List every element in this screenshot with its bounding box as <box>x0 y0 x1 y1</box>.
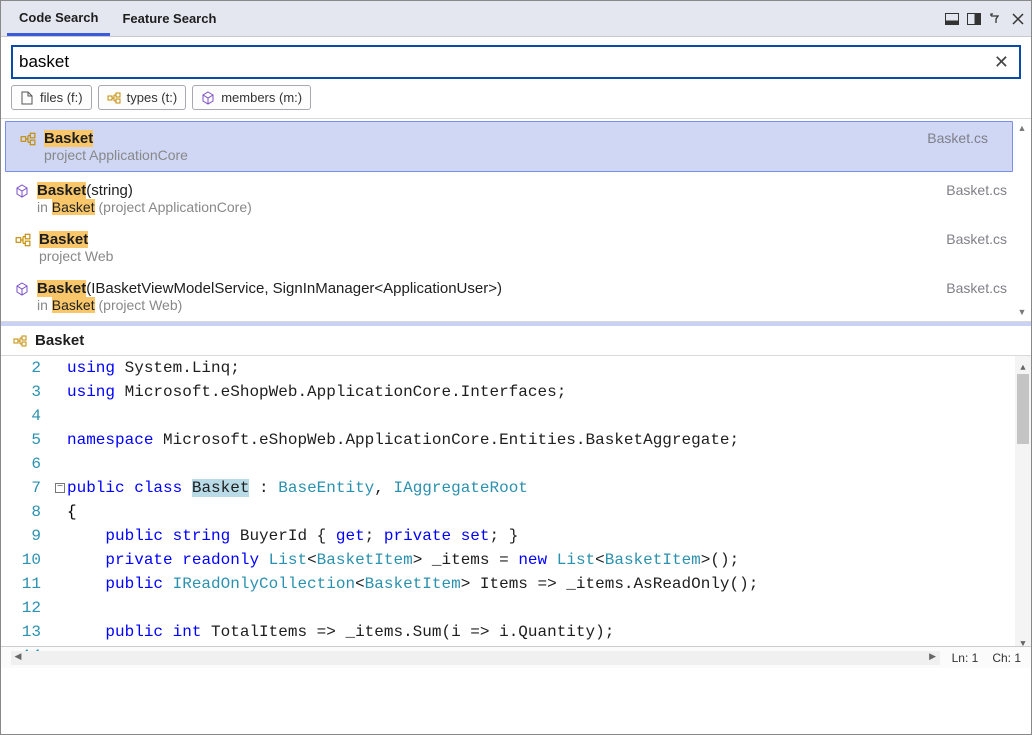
result-filename: Basket.cs <box>946 182 1007 198</box>
result-filename: Basket.cs <box>946 231 1007 247</box>
file-icon <box>20 91 34 105</box>
clear-search-icon[interactable]: ✕ <box>990 52 1013 73</box>
result-subtitle: in Basket (project Web) <box>37 297 938 313</box>
search-input[interactable] <box>19 52 990 72</box>
tab-code-search[interactable]: Code Search <box>7 2 110 36</box>
result-title: Basket(IBasketViewModelService, SignInMa… <box>37 280 938 297</box>
search-box: ✕ <box>11 45 1021 79</box>
vertical-scrollbar[interactable]: ▲ ▼ <box>1015 356 1031 646</box>
status-col: Ch: 1 <box>992 651 1021 665</box>
filter-members-label: members (m:) <box>221 90 302 105</box>
filter-files-label: files (f:) <box>40 90 83 105</box>
member-icon <box>15 184 29 198</box>
result-subtitle: project Web <box>39 248 938 264</box>
scroll-left-icon[interactable]: ◀ <box>11 651 25 665</box>
search-results: Basketproject ApplicationCoreBasket.csBa… <box>1 118 1031 322</box>
scroll-up-icon[interactable]: ▲ <box>1018 123 1027 133</box>
result-subtitle: in Basket (project ApplicationCore) <box>37 199 938 215</box>
horizontal-scrollbar[interactable]: ◀ ▶ <box>11 651 940 665</box>
statusbar: ◀ ▶ Ln: 1 Ch: 1 <box>1 646 1031 668</box>
window-position-icon[interactable] <box>945 12 959 26</box>
result-title: Basket <box>39 231 938 248</box>
preview-header: Basket <box>1 326 1031 356</box>
filter-types-label: types (t:) <box>127 90 178 105</box>
member-icon <box>15 282 29 296</box>
filter-bar: files (f:) types (t:) members (m:) <box>1 85 1031 118</box>
scroll-down-icon[interactable]: ▼ <box>1018 307 1027 317</box>
fold-column[interactable]: − <box>53 356 67 646</box>
scroll-up-icon[interactable]: ▲ <box>1015 356 1031 370</box>
search-result-item[interactable]: Basketproject Web Basket.cs <box>1 223 1031 272</box>
filter-files-button[interactable]: files (f:) <box>11 85 92 110</box>
result-title: Basket(string) <box>37 182 938 199</box>
class-icon <box>13 334 27 348</box>
code-preview[interactable]: 234567891011121314 − using System.Linq;u… <box>1 356 1031 646</box>
type-icon <box>107 91 121 105</box>
result-subtitle: project ApplicationCore <box>44 147 919 163</box>
titlebar: Code Search Feature Search <box>1 1 1031 37</box>
results-scrollbar[interactable]: ▲▼ <box>1015 123 1029 317</box>
search-result-item[interactable]: Basket(string)in Basket (project Applica… <box>1 174 1031 223</box>
class-icon <box>20 132 36 146</box>
filter-types-button[interactable]: types (t:) <box>98 85 187 110</box>
result-filename: Basket.cs <box>946 280 1007 296</box>
search-result-item[interactable]: Basketproject ApplicationCore Basket.cs <box>5 121 1013 172</box>
line-number-gutter: 234567891011121314 <box>1 356 53 646</box>
preview-title: Basket <box>35 332 84 349</box>
member-icon <box>201 91 215 105</box>
tab-feature-search[interactable]: Feature Search <box>110 3 228 34</box>
scroll-down-icon[interactable]: ▼ <box>1015 632 1031 646</box>
class-icon <box>15 233 31 247</box>
filter-members-button[interactable]: members (m:) <box>192 85 311 110</box>
code-area[interactable]: using System.Linq;using Microsoft.eShopW… <box>67 356 1031 646</box>
search-result-item[interactable]: Basket(IBasketViewModelService, SignInMa… <box>1 272 1031 321</box>
scroll-thumb[interactable] <box>1017 374 1029 444</box>
window-split-icon[interactable] <box>967 12 981 26</box>
close-icon[interactable] <box>1011 12 1025 26</box>
result-title: Basket <box>44 130 919 147</box>
scroll-right-icon[interactable]: ▶ <box>926 651 940 665</box>
window-controls <box>945 12 1025 26</box>
status-line: Ln: 1 <box>952 651 979 665</box>
pin-icon[interactable] <box>989 12 1003 26</box>
result-filename: Basket.cs <box>927 130 988 146</box>
